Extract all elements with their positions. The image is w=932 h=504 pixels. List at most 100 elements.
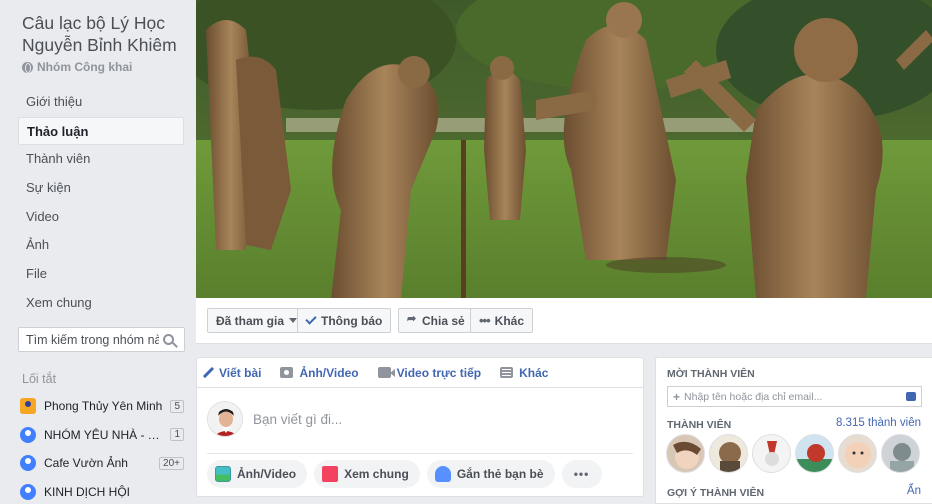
composer-actions: Ảnh/Video Xem chung Gắn thẻ bạn bè ••• <box>197 454 643 488</box>
member-photo <box>673 441 701 469</box>
pencil-icon <box>202 366 215 379</box>
shortcut-badge: 1 <box>170 428 184 442</box>
tab-write-label: Viết bài <box>219 365 262 380</box>
group-action-bar: Đã tham gia Thông báo Chia sẻ ••• Khác <box>196 298 932 344</box>
left-sidebar: Câu lạc bộ Lý Học Nguyễn Bỉnh Khiêm Nhóm… <box>0 0 194 504</box>
cover-photo-image <box>196 0 932 298</box>
list-icon <box>500 367 514 378</box>
nav-item-videos[interactable]: Video <box>18 203 184 232</box>
more-label: Khác <box>494 313 524 328</box>
avatar[interactable] <box>207 401 243 437</box>
group-page: Câu lạc bộ Lý Học Nguyễn Bỉnh Khiêm Nhóm… <box>0 0 932 504</box>
tag-friends-button[interactable]: Gắn thẻ bạn bè <box>426 460 555 488</box>
share-icon <box>407 312 417 325</box>
members-title: THÀNH VIÊN <box>667 419 732 431</box>
avatar-image <box>208 402 242 436</box>
joined-label: Đã tham gia <box>216 313 285 328</box>
tab-write-post[interactable]: Viết bài <box>202 365 262 380</box>
photo-video-button[interactable]: Ảnh/Video <box>207 460 308 488</box>
group-search-box <box>18 327 185 352</box>
group-icon <box>20 483 36 500</box>
group-icon <box>20 426 36 443</box>
camera-icon <box>280 367 294 378</box>
search-icon[interactable] <box>163 334 174 345</box>
privacy-label: Nhóm Công khai <box>22 60 132 74</box>
shortcut-item[interactable]: Cafe Vườn Ảnh 20+ <box>20 449 184 478</box>
group-nav: Giới thiệu Thảo luận Thành viên Sự kiện … <box>18 88 184 318</box>
member-avatar[interactable] <box>752 434 791 473</box>
group-icon <box>20 455 36 472</box>
nav-item-files[interactable]: File <box>18 260 184 289</box>
shortcut-item[interactable]: Phong Thủy Yên Minh 5 <box>20 392 184 421</box>
invite-input[interactable] <box>684 390 910 403</box>
more-button[interactable]: ••• Khác <box>470 308 533 333</box>
shortcuts-list: Phong Thủy Yên Minh 5 NHÓM YÊU NHÀ - T… … <box>20 392 184 504</box>
joined-button[interactable]: Đã tham gia <box>207 308 307 333</box>
shortcut-item[interactable]: KINH DỊCH HỘI <box>20 478 184 504</box>
brand-logo-icon <box>20 398 36 415</box>
notifications-button[interactable]: Thông báo <box>297 308 392 333</box>
member-avatar[interactable] <box>666 434 705 473</box>
shortcut-badge: 5 <box>170 399 184 413</box>
nav-item-photos[interactable]: Ảnh <box>18 231 184 260</box>
shortcut-label: Cafe Vườn Ảnh <box>44 456 128 471</box>
share-button[interactable]: Chia sẻ <box>398 308 474 333</box>
nav-item-events[interactable]: Sự kiện <box>18 174 184 203</box>
member-avatar[interactable] <box>709 434 748 473</box>
watch-party-button[interactable]: Xem chung <box>314 460 420 488</box>
tag-friends-label: Gắn thẻ bạn bè <box>456 467 544 481</box>
member-photo <box>890 443 914 472</box>
tab-more[interactable]: Khác <box>500 366 548 380</box>
members-count-link[interactable]: 8.315 thành viên <box>836 417 921 429</box>
invite-box: + <box>667 386 922 407</box>
hide-link[interactable]: Ẩn <box>907 485 921 497</box>
popcorn-icon <box>322 466 339 482</box>
tab-live-label: Video trực tiếp <box>396 365 482 380</box>
composer-input[interactable] <box>253 412 613 427</box>
suggested-members-title: GỢI Ý THÀNH VIÊN <box>667 487 765 499</box>
nav-item-about[interactable]: Giới thiệu <box>18 88 184 117</box>
share-label: Chia sẻ <box>422 313 465 328</box>
photo-video-label: Ảnh/Video <box>237 467 297 481</box>
watch-party-label: Xem chung <box>344 467 409 481</box>
composer-more-button[interactable]: ••• <box>561 460 602 488</box>
composer-tabs: Viết bài Ảnh/Video Video trực tiếp Khác <box>197 358 643 388</box>
cover-photo[interactable] <box>196 0 932 298</box>
shortcut-item[interactable]: NHÓM YÊU NHÀ - T… 1 <box>20 421 184 450</box>
notifications-label: Thông báo <box>321 313 383 328</box>
member-avatar[interactable] <box>838 434 877 473</box>
caret-down-icon <box>289 318 298 323</box>
nav-item-watch-party[interactable]: Xem chung <box>18 289 184 318</box>
tab-live-video[interactable]: Video trực tiếp <box>377 365 482 380</box>
shortcut-label: NHÓM YÊU NHÀ - T… <box>44 427 167 442</box>
nav-item-discussion[interactable]: Thảo luận <box>18 116 184 146</box>
tab-photo-video[interactable]: Ảnh/Video <box>280 365 359 380</box>
check-icon <box>305 313 317 325</box>
composer-body <box>197 388 643 454</box>
group-search-input[interactable] <box>19 332 159 347</box>
member-photo <box>796 444 833 472</box>
member-avatar[interactable] <box>795 434 834 473</box>
group-title[interactable]: Câu lạc bộ Lý Học Nguyễn Bỉnh Khiêm <box>22 12 192 56</box>
tag-friends-icon <box>434 466 451 482</box>
shortcut-label: KINH DỊCH HỘI <box>44 484 131 499</box>
members-panel: MỜI THÀNH VIÊN + THÀNH VIÊN 8.315 thành … <box>655 357 932 504</box>
divider <box>207 453 633 454</box>
plus-icon: + <box>673 389 681 404</box>
tab-photo-label: Ảnh/Video <box>299 365 359 380</box>
contacts-icon[interactable] <box>906 392 916 401</box>
photo-icon <box>215 466 231 482</box>
member-avatar[interactable] <box>881 434 920 473</box>
more-dots-icon: ••• <box>479 313 491 328</box>
nav-item-members[interactable]: Thành viên <box>18 145 184 174</box>
member-avatars <box>666 434 920 473</box>
privacy-text: Nhóm Công khai <box>37 60 133 74</box>
tab-more-label: Khác <box>519 365 549 380</box>
member-photo <box>845 442 871 468</box>
invite-title: MỜI THÀNH VIÊN <box>667 368 755 380</box>
shortcut-badge: 20+ <box>159 456 184 470</box>
globe-icon <box>22 61 33 73</box>
video-camera-icon <box>377 367 395 378</box>
shortcuts-title: Lối tắt <box>22 372 57 386</box>
post-composer: Viết bài Ảnh/Video Video trực tiếp Khác <box>196 357 644 497</box>
